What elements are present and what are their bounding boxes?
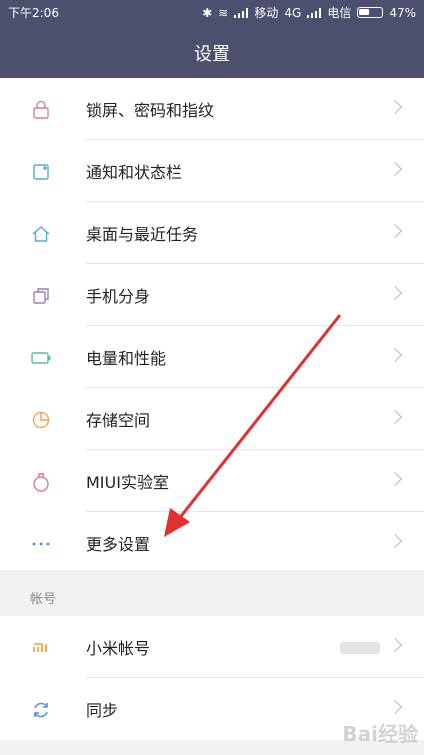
settings-item-more[interactable]: 更多设置 bbox=[0, 512, 424, 574]
settings-item-label: 通知和状态栏 bbox=[86, 163, 183, 182]
settings-item-second-space[interactable]: 手机分身 bbox=[0, 264, 424, 326]
settings-item-storage[interactable]: 存储空间 bbox=[0, 388, 424, 450]
page-title: 设置 bbox=[194, 44, 230, 65]
chevron-right-icon bbox=[387, 699, 403, 715]
settings-item-miui-lab[interactable]: MIUI实验室 bbox=[0, 450, 424, 512]
section-header-account: 帐号 bbox=[0, 570, 424, 616]
header: 下午2:06 ✱ ≋ 移动 4G 电信 47% 设置 bbox=[0, 0, 424, 78]
flask-icon bbox=[30, 471, 52, 493]
settings-item-label: MIUI实验室 bbox=[86, 473, 169, 492]
watermark: Bai经验 bbox=[342, 722, 418, 746]
status-bar: 下午2:06 ✱ ≋ 移动 4G 电信 47% bbox=[0, 0, 424, 24]
sync-icon bbox=[30, 699, 52, 721]
carrier-1: 移动 bbox=[254, 6, 279, 20]
clone-icon bbox=[30, 285, 52, 307]
storage-icon bbox=[30, 409, 52, 431]
settings-list: 锁屏、密码和指纹 通知和状态栏 桌面与最近任务 手机分身 电量和性能 存储空间 … bbox=[0, 78, 424, 574]
settings-item-battery[interactable]: 电量和性能 bbox=[0, 326, 424, 388]
battery-icon bbox=[357, 7, 384, 18]
network-type: 4G bbox=[284, 5, 302, 20]
status-right: ✱ ≋ 移动 4G 电信 47% bbox=[202, 4, 416, 21]
signal-icon bbox=[234, 7, 249, 18]
section-title: 帐号 bbox=[30, 592, 57, 607]
signal-icon-2 bbox=[307, 7, 322, 18]
wifi-icon: ≋ bbox=[218, 5, 229, 20]
settings-item-label: 手机分身 bbox=[86, 287, 151, 306]
chevron-right-icon bbox=[387, 637, 403, 653]
home-icon bbox=[30, 223, 52, 245]
chevron-right-icon bbox=[387, 533, 403, 549]
settings-item-desktop[interactable]: 桌面与最近任务 bbox=[0, 202, 424, 264]
battery-icon bbox=[30, 347, 52, 369]
settings-item-notifications[interactable]: 通知和状态栏 bbox=[0, 140, 424, 202]
settings-item-label: 同步 bbox=[86, 701, 119, 720]
settings-item-label: 锁屏、密码和指纹 bbox=[86, 101, 215, 120]
chevron-right-icon bbox=[387, 471, 403, 487]
chevron-right-icon bbox=[387, 285, 403, 301]
more-icon bbox=[30, 533, 52, 555]
settings-item-label: 桌面与最近任务 bbox=[86, 225, 199, 244]
status-time: 下午2:06 bbox=[8, 6, 59, 20]
chevron-right-icon bbox=[387, 99, 403, 115]
notification-icon bbox=[30, 161, 52, 183]
carrier-2: 电信 bbox=[327, 6, 352, 20]
chevron-right-icon bbox=[387, 161, 403, 177]
settings-item-label: 更多设置 bbox=[86, 535, 151, 554]
chevron-right-icon bbox=[387, 347, 403, 363]
lock-icon bbox=[30, 99, 52, 121]
battery-percent: 47% bbox=[389, 5, 416, 20]
settings-item-label: 存储空间 bbox=[86, 411, 151, 430]
bluetooth-icon: ✱ bbox=[202, 5, 213, 20]
account-name-blurred bbox=[340, 642, 380, 654]
settings-item-label: 电量和性能 bbox=[86, 349, 167, 368]
mi-icon bbox=[30, 637, 52, 659]
settings-item-label: 小米帐号 bbox=[86, 639, 151, 658]
settings-item-lockscreen[interactable]: 锁屏、密码和指纹 bbox=[0, 78, 424, 140]
settings-item-mi-account[interactable]: 小米帐号 bbox=[0, 616, 424, 678]
chevron-right-icon bbox=[387, 223, 403, 239]
chevron-right-icon bbox=[387, 409, 403, 425]
